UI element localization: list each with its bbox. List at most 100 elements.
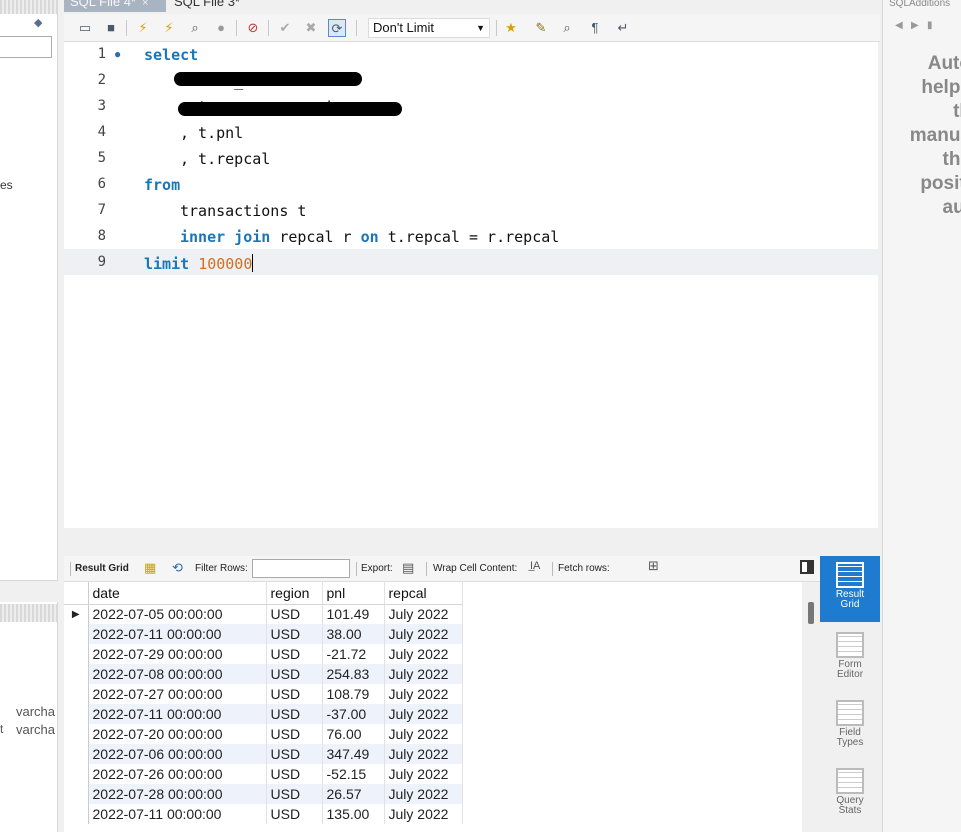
limit-rows-select[interactable]: Don't Limit ▼ bbox=[368, 18, 490, 38]
commit-icon[interactable]: ✔ bbox=[276, 19, 294, 37]
stop-icon[interactable]: ● bbox=[212, 19, 230, 37]
schema-filter-input[interactable] bbox=[0, 36, 52, 58]
table-row[interactable]: 2022-07-28 00:00:00 USD 26.57 July 2022 bbox=[64, 784, 463, 804]
cell-region[interactable]: USD bbox=[266, 604, 323, 624]
cell-pnl[interactable]: 108.79 bbox=[322, 684, 385, 704]
cell-region[interactable]: USD bbox=[266, 744, 323, 764]
cell-repcal[interactable]: July 2022 bbox=[384, 764, 463, 784]
wrap-icon[interactable]: ↵ bbox=[614, 19, 632, 37]
row-header[interactable] bbox=[64, 764, 89, 784]
cell-pnl[interactable]: 254.83 bbox=[322, 664, 385, 684]
bookmark-icon[interactable]: ★ bbox=[502, 19, 520, 37]
cell-repcal[interactable]: July 2022 bbox=[384, 704, 463, 724]
editor-splitter[interactable] bbox=[64, 528, 878, 556]
cell-repcal[interactable]: July 2022 bbox=[384, 624, 463, 644]
result-grid[interactable]: date region pnl repcal ▶ 2022-07-05 00:00… bbox=[64, 582, 802, 832]
table-row[interactable]: 2022-07-06 00:00:00 USD 347.49 July 2022 bbox=[64, 744, 463, 764]
cell-date[interactable]: 2022-07-26 00:00:00 bbox=[88, 764, 267, 784]
error-stop-icon[interactable]: ⊘ bbox=[244, 19, 262, 37]
rollback-icon[interactable]: ✖ bbox=[302, 19, 320, 37]
vertical-scrollbar[interactable] bbox=[808, 602, 814, 624]
cell-date[interactable]: 2022-07-08 00:00:00 bbox=[88, 664, 267, 684]
cell-pnl[interactable]: 347.49 bbox=[322, 744, 385, 764]
cell-repcal[interactable]: July 2022 bbox=[384, 644, 463, 664]
cell-pnl[interactable]: 135.00 bbox=[322, 804, 385, 824]
table-row[interactable]: 2022-07-20 00:00:00 USD 76.00 July 2022 bbox=[64, 724, 463, 744]
cell-repcal[interactable]: July 2022 bbox=[384, 664, 463, 684]
table-row[interactable]: ▶ 2022-07-05 00:00:00 USD 101.49 July 2022 bbox=[64, 604, 463, 624]
result-grid-button[interactable]: Result Grid bbox=[820, 556, 880, 622]
row-header[interactable] bbox=[64, 624, 89, 644]
refresh-icon[interactable]: ⟲ bbox=[172, 560, 183, 576]
beautify-icon[interactable]: ✎ bbox=[532, 19, 550, 37]
table-row[interactable]: 2022-07-11 00:00:00 USD -37.00 July 2022 bbox=[64, 704, 463, 724]
invisibles-icon[interactable]: ¶ bbox=[586, 19, 604, 37]
filter-rows-input[interactable] bbox=[252, 559, 350, 578]
table-row[interactable]: 2022-07-11 00:00:00 USD 135.00 July 2022 bbox=[64, 804, 463, 824]
cell-pnl[interactable]: 26.57 bbox=[322, 784, 385, 804]
cell-pnl[interactable]: -52.15 bbox=[322, 764, 385, 784]
cell-pnl[interactable]: 101.49 bbox=[322, 604, 385, 624]
column-header-pnl[interactable]: pnl bbox=[322, 582, 385, 605]
cell-repcal[interactable]: July 2022 bbox=[384, 744, 463, 764]
field-types-button[interactable]: Field Types bbox=[820, 694, 880, 760]
row-header[interactable] bbox=[64, 724, 89, 744]
cell-repcal[interactable]: July 2022 bbox=[384, 724, 463, 744]
cell-date[interactable]: 2022-07-28 00:00:00 bbox=[88, 784, 267, 804]
tab-sql-file-4[interactable]: SQL File 4* × bbox=[64, 0, 166, 12]
back-icon[interactable]: ◀ ▶ bbox=[895, 20, 919, 31]
cell-pnl[interactable]: -37.00 bbox=[322, 704, 385, 724]
cell-region[interactable]: USD bbox=[266, 764, 323, 784]
cell-region[interactable]: USD bbox=[266, 644, 323, 664]
execute-icon[interactable]: ⚡ bbox=[134, 19, 152, 37]
grid-icon[interactable]: ▦ bbox=[144, 560, 156, 576]
form-editor-button[interactable]: Form Editor bbox=[820, 626, 880, 692]
cell-region[interactable]: USD bbox=[266, 784, 323, 804]
row-header[interactable] bbox=[64, 664, 89, 684]
cell-repcal[interactable]: July 2022 bbox=[384, 804, 463, 824]
cell-date[interactable]: 2022-07-11 00:00:00 bbox=[88, 624, 267, 644]
row-header[interactable] bbox=[64, 744, 89, 764]
cell-region[interactable]: USD bbox=[266, 664, 323, 684]
query-stats-button[interactable]: Query Stats bbox=[820, 762, 880, 828]
execute-current-icon[interactable]: ⚡ bbox=[160, 19, 178, 37]
close-icon[interactable]: × bbox=[142, 0, 148, 9]
cell-date[interactable]: 2022-07-27 00:00:00 bbox=[88, 684, 267, 704]
cell-region[interactable]: USD bbox=[266, 804, 323, 824]
cell-date[interactable]: 2022-07-11 00:00:00 bbox=[88, 804, 267, 824]
column-header-repcal[interactable]: repcal bbox=[384, 582, 463, 605]
cell-date[interactable]: 2022-07-06 00:00:00 bbox=[88, 744, 267, 764]
export-icon[interactable]: ▤ bbox=[402, 560, 414, 576]
cell-date[interactable]: 2022-07-11 00:00:00 bbox=[88, 704, 267, 724]
fetch-icon[interactable]: ⊞ bbox=[648, 558, 659, 574]
collapse-icon[interactable]: ◆ bbox=[34, 16, 42, 29]
row-header[interactable] bbox=[64, 804, 89, 824]
cell-date[interactable]: 2022-07-05 00:00:00 bbox=[88, 604, 267, 624]
sidebar-grip[interactable] bbox=[0, 0, 58, 14]
column-header-date[interactable]: date bbox=[88, 582, 267, 605]
info-panel-grip[interactable] bbox=[0, 604, 58, 622]
table-row[interactable]: 2022-07-29 00:00:00 USD -21.72 July 2022 bbox=[64, 644, 463, 664]
sidebar-tree-label[interactable]: es bbox=[0, 178, 13, 192]
row-header[interactable] bbox=[64, 684, 89, 704]
cell-region[interactable]: USD bbox=[266, 684, 323, 704]
cell-pnl[interactable]: 76.00 bbox=[322, 724, 385, 744]
wrap-cell-icon[interactable]: I̲A bbox=[530, 560, 540, 572]
cell-repcal[interactable]: July 2022 bbox=[384, 604, 463, 624]
toggle-panel-icon[interactable] bbox=[800, 560, 814, 574]
table-row[interactable]: 2022-07-08 00:00:00 USD 254.83 July 2022 bbox=[64, 664, 463, 684]
cell-pnl[interactable]: 38.00 bbox=[322, 624, 385, 644]
explain-icon[interactable]: ⌕ bbox=[186, 19, 204, 37]
save-icon[interactable]: ■ bbox=[102, 19, 120, 37]
cell-region[interactable]: USD bbox=[266, 624, 323, 644]
cell-region[interactable]: USD bbox=[266, 724, 323, 744]
cell-date[interactable]: 2022-07-20 00:00:00 bbox=[88, 724, 267, 744]
row-header[interactable] bbox=[64, 644, 89, 664]
cell-repcal[interactable]: July 2022 bbox=[384, 784, 463, 804]
cell-region[interactable]: USD bbox=[266, 704, 323, 724]
row-header[interactable] bbox=[64, 784, 89, 804]
result-grid-label[interactable]: Result Grid bbox=[75, 563, 129, 574]
folder-icon[interactable]: ▭ bbox=[76, 19, 94, 37]
current-row-icon[interactable]: ▶ bbox=[64, 604, 89, 624]
tab-sql-file-3[interactable]: SQL File 3* bbox=[168, 0, 246, 12]
